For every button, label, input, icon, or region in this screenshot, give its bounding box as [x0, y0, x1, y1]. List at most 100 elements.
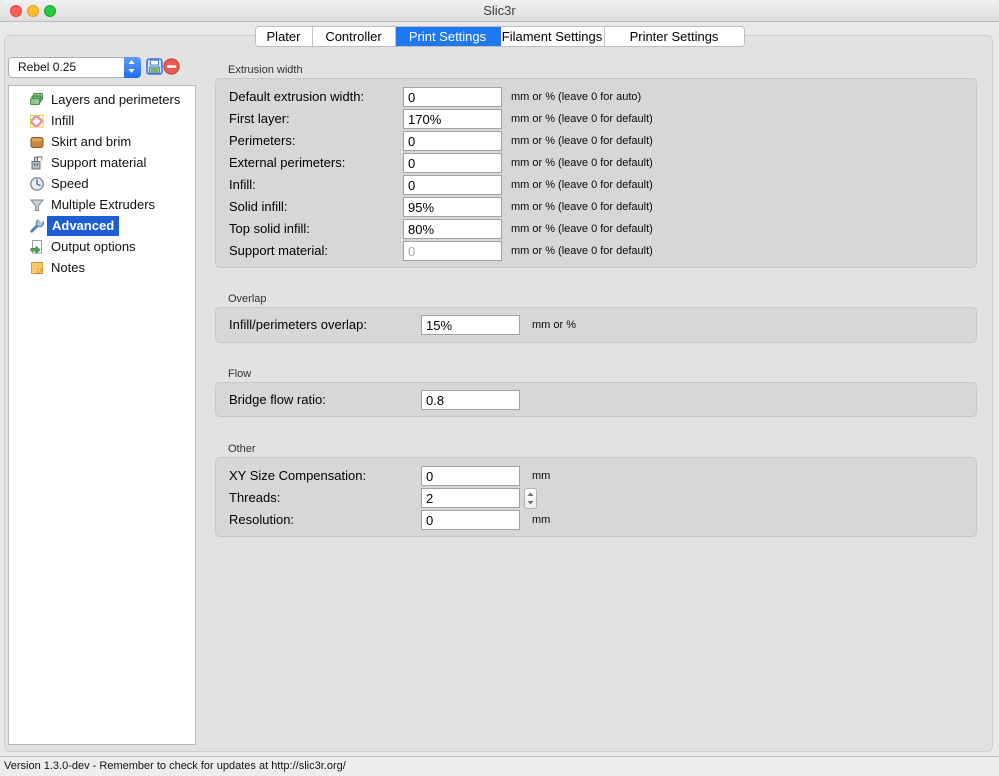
tab-printer-settings[interactable]: Printer Settings	[605, 27, 744, 46]
option-row-infill: Infill: mm or % (leave 0 for default)	[216, 175, 976, 195]
option-label: XY Size Compensation:	[229, 466, 366, 486]
option-unit-hint: mm or % (leave 0 for default)	[511, 175, 653, 195]
option-label: Infill/perimeters overlap:	[229, 315, 367, 335]
option-unit-hint: mm	[532, 466, 550, 486]
bridge-flow-ratio-input[interactable]	[421, 390, 520, 410]
sidebar-item-notes[interactable]: Notes	[9, 258, 195, 278]
tab-print-settings[interactable]: Print Settings	[396, 27, 501, 46]
layers-icon	[29, 92, 45, 108]
option-label: Support material:	[229, 241, 328, 261]
sidebar-item-label: Advanced	[47, 216, 119, 236]
section-extrusion-width: Extrusion width Default extrusion width: m…	[215, 64, 977, 270]
perimeters-input[interactable]	[403, 131, 502, 151]
option-row-solid-infill: Solid infill: mm or % (leave 0 for defaul…	[216, 197, 976, 217]
option-label: Default extrusion width:	[229, 87, 364, 107]
option-row-support-material: Support material: mm or % (leave 0 for de…	[216, 241, 976, 261]
external-perimeters-input[interactable]	[403, 153, 502, 173]
title-bar: Slic3r	[0, 0, 999, 22]
option-row-threads: Threads:	[216, 488, 976, 508]
infill-perimeters-overlap-input[interactable]	[421, 315, 520, 335]
settings-category-list: Layers and perimetersInfillSkirt and bri…	[8, 85, 196, 745]
floppy-disk-icon	[146, 63, 163, 78]
resolution-input[interactable]	[421, 510, 520, 530]
chevron-stepper-icon	[124, 57, 141, 78]
sidebar-item-label: Multiple Extruders	[51, 195, 155, 215]
section-title: Other	[228, 443, 256, 455]
extruders-icon	[29, 197, 45, 213]
tab-plater[interactable]: Plater	[256, 27, 313, 46]
speed-icon	[29, 176, 45, 192]
option-unit-hint: mm or % (leave 0 for default)	[511, 109, 653, 129]
solid-infill-input[interactable]	[403, 197, 502, 217]
slic3r-window: Slic3r PlaterControllerPrint SettingsFil…	[0, 0, 999, 776]
support-material-input[interactable]	[403, 241, 502, 261]
option-unit-hint: mm	[532, 510, 550, 530]
section-title: Flow	[228, 368, 251, 380]
top-solid-infill-input[interactable]	[403, 219, 502, 239]
window-title: Slic3r	[0, 0, 999, 22]
save-preset-button[interactable]	[146, 58, 163, 75]
option-unit-hint: mm or % (leave 0 for default)	[511, 153, 653, 173]
option-unit-hint: mm or %	[532, 315, 576, 335]
option-unit-hint: mm or % (leave 0 for default)	[511, 131, 653, 151]
option-unit-hint: mm or % (leave 0 for default)	[511, 241, 653, 261]
default-extrusion-width-input[interactable]	[403, 87, 502, 107]
first-layer-input[interactable]	[403, 109, 502, 129]
option-unit-hint: mm or % (leave 0 for default)	[511, 219, 653, 239]
option-label: Perimeters:	[229, 131, 295, 151]
sidebar-item-multiple-extruders[interactable]: Multiple Extruders	[9, 195, 195, 215]
option-row-first-layer: First layer:mm or % (leave 0 for default…	[216, 109, 976, 129]
option-unit-hint: mm or % (leave 0 for default)	[511, 197, 653, 217]
sidebar-item-support-material[interactable]: Support material	[9, 153, 195, 173]
infill-input[interactable]	[403, 175, 502, 195]
preset-value: Rebel 0.25	[18, 58, 76, 77]
delete-preset-button[interactable]	[163, 58, 180, 75]
status-bar: Version 1.3.0-dev - Remember to check fo…	[0, 756, 999, 776]
tab-bar: PlaterControllerPrint SettingsFilament S…	[255, 26, 745, 47]
sidebar-item-label: Speed	[51, 174, 89, 194]
option-row-resolution: Resolution: mm	[216, 510, 976, 530]
option-label: Solid infill:	[229, 197, 288, 217]
preset-select[interactable]: Rebel 0.25	[8, 57, 141, 78]
sidebar-item-label: Notes	[51, 258, 85, 278]
section-flow: Flow Bridge flow ratio:	[215, 368, 977, 419]
section-title: Overlap	[228, 293, 267, 305]
option-row-bridge-flow-ratio: Bridge flow ratio:	[216, 390, 976, 410]
section-box: XY Size Compensation: mm Threads:Resolutio…	[215, 457, 977, 537]
sidebar-item-advanced[interactable]: Advanced	[9, 216, 195, 236]
option-row-top-solid-infill: Top solid infill: mm or % (leave 0 for de…	[216, 219, 976, 239]
sidebar-item-label: Support material	[51, 153, 146, 173]
sidebar-item-label: Layers and perimeters	[51, 90, 180, 110]
sidebar-item-skirt-and-brim[interactable]: Skirt and brim	[9, 132, 195, 152]
option-row-perimeters: Perimeters: mm or % (leave 0 for default)	[216, 131, 976, 151]
tab-controller[interactable]: Controller	[313, 27, 396, 46]
option-label: Infill:	[229, 175, 256, 195]
sidebar-item-label: Skirt and brim	[51, 132, 131, 152]
option-row-infill-perimeters-overlap: Infill/perimeters overlap: mm or %	[216, 315, 976, 335]
advanced-icon	[29, 218, 45, 234]
section-box: Default extrusion width: mm or % (leave 0…	[215, 78, 977, 268]
option-label: External perimeters:	[229, 153, 345, 173]
notes-icon	[29, 260, 45, 276]
spinner-stepper-icon[interactable]	[524, 488, 537, 509]
section-title: Extrusion width	[228, 64, 303, 76]
option-row-external-perimeters: External perimeters: mm or % (leave 0 for…	[216, 153, 976, 173]
option-unit-hint: mm or % (leave 0 for auto)	[511, 87, 641, 107]
sidebar-item-layers-and-perimeters[interactable]: Layers and perimeters	[9, 90, 195, 110]
section-box: Bridge flow ratio:	[215, 382, 977, 417]
option-label: Bridge flow ratio:	[229, 390, 326, 410]
support-icon	[29, 155, 45, 171]
sidebar-item-label: Output options	[51, 237, 136, 257]
xy-size-compensation-input[interactable]	[421, 466, 520, 486]
option-label: Threads:	[229, 488, 280, 508]
option-label: Resolution:	[229, 510, 294, 530]
threads-input[interactable]	[421, 488, 520, 508]
red-minus-circle-icon	[163, 63, 180, 78]
section-other: Other XY Size Compensation: mm Threads:Reso…	[215, 443, 977, 539]
option-label: Top solid infill:	[229, 219, 310, 239]
sidebar-item-infill[interactable]: Infill	[9, 111, 195, 131]
sidebar-item-label: Infill	[51, 111, 74, 131]
tab-filament-settings[interactable]: Filament Settings	[501, 27, 605, 46]
sidebar-item-output-options[interactable]: Output options	[9, 237, 195, 257]
sidebar-item-speed[interactable]: Speed	[9, 174, 195, 194]
